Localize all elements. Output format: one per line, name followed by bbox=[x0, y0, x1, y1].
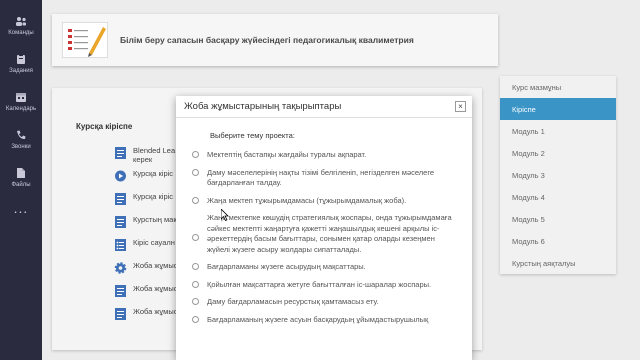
document-icon bbox=[115, 308, 126, 320]
radio-button[interactable] bbox=[192, 196, 199, 204]
project-topics-modal: Жоба жұмыстарының тақырыптары × Выберите… bbox=[176, 96, 472, 360]
rail-item-calendar[interactable]: Календарь bbox=[0, 82, 42, 120]
lesson-label: Жоба жұмыс bbox=[133, 261, 178, 270]
project-topic-options: Мектептің бастапқы жағдайы туралы ақпара… bbox=[192, 150, 472, 325]
topic-label: Мектептің бастапқы жағдайы туралы ақпара… bbox=[207, 150, 367, 159]
lesson-item[interactable]: Курстың мақ bbox=[114, 215, 181, 238]
topic-label: Бағдарламаны жүзеге асырудың мақсаттары. bbox=[207, 262, 366, 271]
document-icon bbox=[115, 147, 126, 159]
modal-prompt: Выберите тему проекта: bbox=[210, 131, 295, 140]
lesson-label: Курсқа кіріс bbox=[133, 192, 174, 201]
app-rail: Команды Задания Календарь Звонки Файлы .… bbox=[0, 0, 42, 360]
close-button[interactable]: × bbox=[455, 101, 466, 112]
lesson-label: Blended Lea керек bbox=[133, 146, 176, 164]
radio-button[interactable] bbox=[192, 315, 199, 323]
lesson-label: Жоба жұмыс bbox=[133, 307, 178, 316]
menu-item-module-5[interactable]: Модуль 5 bbox=[500, 208, 616, 230]
lesson-item[interactable]: Blended Lea керек bbox=[114, 146, 181, 169]
calls-icon bbox=[17, 130, 26, 139]
document-icon bbox=[115, 193, 126, 205]
rail-label: Календарь bbox=[5, 105, 37, 112]
lesson-item[interactable]: Жоба жұмыс bbox=[114, 284, 181, 307]
rail-item-teams[interactable]: Команды bbox=[0, 6, 42, 44]
rail-label: Команды bbox=[8, 29, 34, 36]
menu-item-module-1[interactable]: Модуль 1 bbox=[500, 120, 616, 142]
play-icon bbox=[115, 170, 126, 182]
topic-label: Бағдарламаның жүзеге асуын басқарудың ұй… bbox=[207, 314, 429, 324]
more-apps-icon[interactable]: ... bbox=[0, 200, 42, 216]
lesson-item[interactable]: Курсқа кіріс bbox=[114, 169, 181, 192]
menu-item-module-4[interactable]: Модуль 4 bbox=[500, 186, 616, 208]
modal-title: Жоба жұмыстарының тақырыптары bbox=[184, 101, 342, 112]
course-title: Білім беру сапасын басқару жүйесіндегі п… bbox=[120, 35, 414, 45]
lesson-list: Blended Lea керек Курсқа кіріс Курсқа кі… bbox=[114, 146, 181, 330]
radio-button[interactable] bbox=[192, 151, 199, 158]
topic-label: Даму мәселелерінің нақты тізімі белгілен… bbox=[207, 167, 435, 188]
list-icon bbox=[115, 239, 126, 251]
course-header: Білім беру сапасын басқару жүйесіндегі п… bbox=[52, 14, 498, 66]
lesson-label: Кіріс сауалн bbox=[133, 238, 175, 247]
rail-label: Звонки bbox=[11, 143, 31, 150]
rail-item-assignments[interactable]: Задания bbox=[0, 44, 42, 82]
files-icon bbox=[17, 167, 25, 178]
gear-icon bbox=[114, 262, 127, 274]
topic-option[interactable]: Бағдарламаның жүзеге асуын басқарудың ұй… bbox=[192, 315, 472, 326]
rail-label: Файлы bbox=[11, 181, 31, 188]
lesson-item[interactable]: Курсқа кіріс bbox=[114, 192, 181, 215]
topic-label: Даму бағдарламасын ресурстық қамтамасыз … bbox=[207, 297, 379, 306]
menu-item-intro[interactable]: Кіріспе bbox=[500, 98, 616, 120]
topic-option[interactable]: Даму бағдарламасын ресурстық қамтамасыз … bbox=[192, 297, 472, 308]
rail-item-calls[interactable]: Звонки bbox=[0, 120, 42, 158]
mouse-cursor-icon bbox=[221, 209, 229, 221]
rail-item-files[interactable]: Файлы bbox=[0, 158, 42, 196]
radio-button[interactable] bbox=[192, 263, 199, 270]
topic-option[interactable]: Қойылған мақсаттарға жетуге бағытталған … bbox=[192, 280, 472, 291]
topic-label: Жаңа мектепке көшудің стратегиялық жоспа… bbox=[207, 213, 452, 254]
course-navigation-menu: Курс мазмұны Кіріспе Модуль 1 Модуль 2 М… bbox=[500, 76, 616, 274]
menu-item-module-6[interactable]: Модуль 6 bbox=[500, 230, 616, 252]
calendar-icon bbox=[16, 92, 26, 102]
topic-option[interactable]: Мектептің бастапқы жағдайы туралы ақпара… bbox=[192, 150, 472, 161]
modal-header: Жоба жұмыстарының тақырыптары × bbox=[176, 96, 472, 118]
topic-label: Жаңа мектеп тұжырымдамасы (тұжырымдамалы… bbox=[207, 195, 407, 205]
lesson-label: Жоба жұмыс bbox=[133, 284, 178, 293]
section-title: Курсқа кіріспе bbox=[76, 122, 133, 131]
menu-item-course-content[interactable]: Курс мазмұны bbox=[500, 76, 616, 98]
assignments-icon bbox=[17, 53, 25, 64]
radio-button[interactable] bbox=[192, 280, 199, 288]
checklist-pencil-icon bbox=[68, 27, 106, 57]
topic-option[interactable]: Жаңа мектепке көшудің стратегиялық жоспа… bbox=[192, 213, 472, 255]
teams-icon bbox=[16, 16, 26, 26]
radio-button[interactable] bbox=[192, 168, 199, 176]
topic-label: Қойылған мақсаттарға жетуге бағытталған … bbox=[207, 279, 432, 289]
topic-option[interactable]: Жаңа мектеп тұжырымдамасы (тұжырымдамалы… bbox=[192, 196, 472, 207]
lesson-item[interactable]: Кіріс сауалн bbox=[114, 238, 181, 261]
lesson-item[interactable]: Жоба жұмыс bbox=[114, 307, 181, 330]
topic-option[interactable]: Бағдарламаны жүзеге асырудың мақсаттары. bbox=[192, 262, 472, 273]
topic-option[interactable]: Даму мәселелерінің нақты тізімі белгілен… bbox=[192, 168, 472, 189]
menu-item-course-end[interactable]: Курстың аяқталуы bbox=[500, 252, 616, 274]
lesson-item[interactable]: Жоба жұмыс bbox=[114, 261, 181, 284]
document-icon bbox=[115, 216, 126, 228]
radio-button[interactable] bbox=[192, 234, 199, 241]
radio-button[interactable] bbox=[192, 298, 199, 305]
lesson-label: Курстың мақ bbox=[133, 215, 177, 224]
course-logo bbox=[62, 22, 108, 58]
menu-item-module-3[interactable]: Модуль 3 bbox=[500, 164, 616, 186]
rail-label: Задания bbox=[9, 67, 33, 74]
lesson-label: Курсқа кіріс bbox=[133, 169, 174, 178]
document-icon bbox=[115, 285, 126, 297]
menu-item-module-2[interactable]: Модуль 2 bbox=[500, 142, 616, 164]
